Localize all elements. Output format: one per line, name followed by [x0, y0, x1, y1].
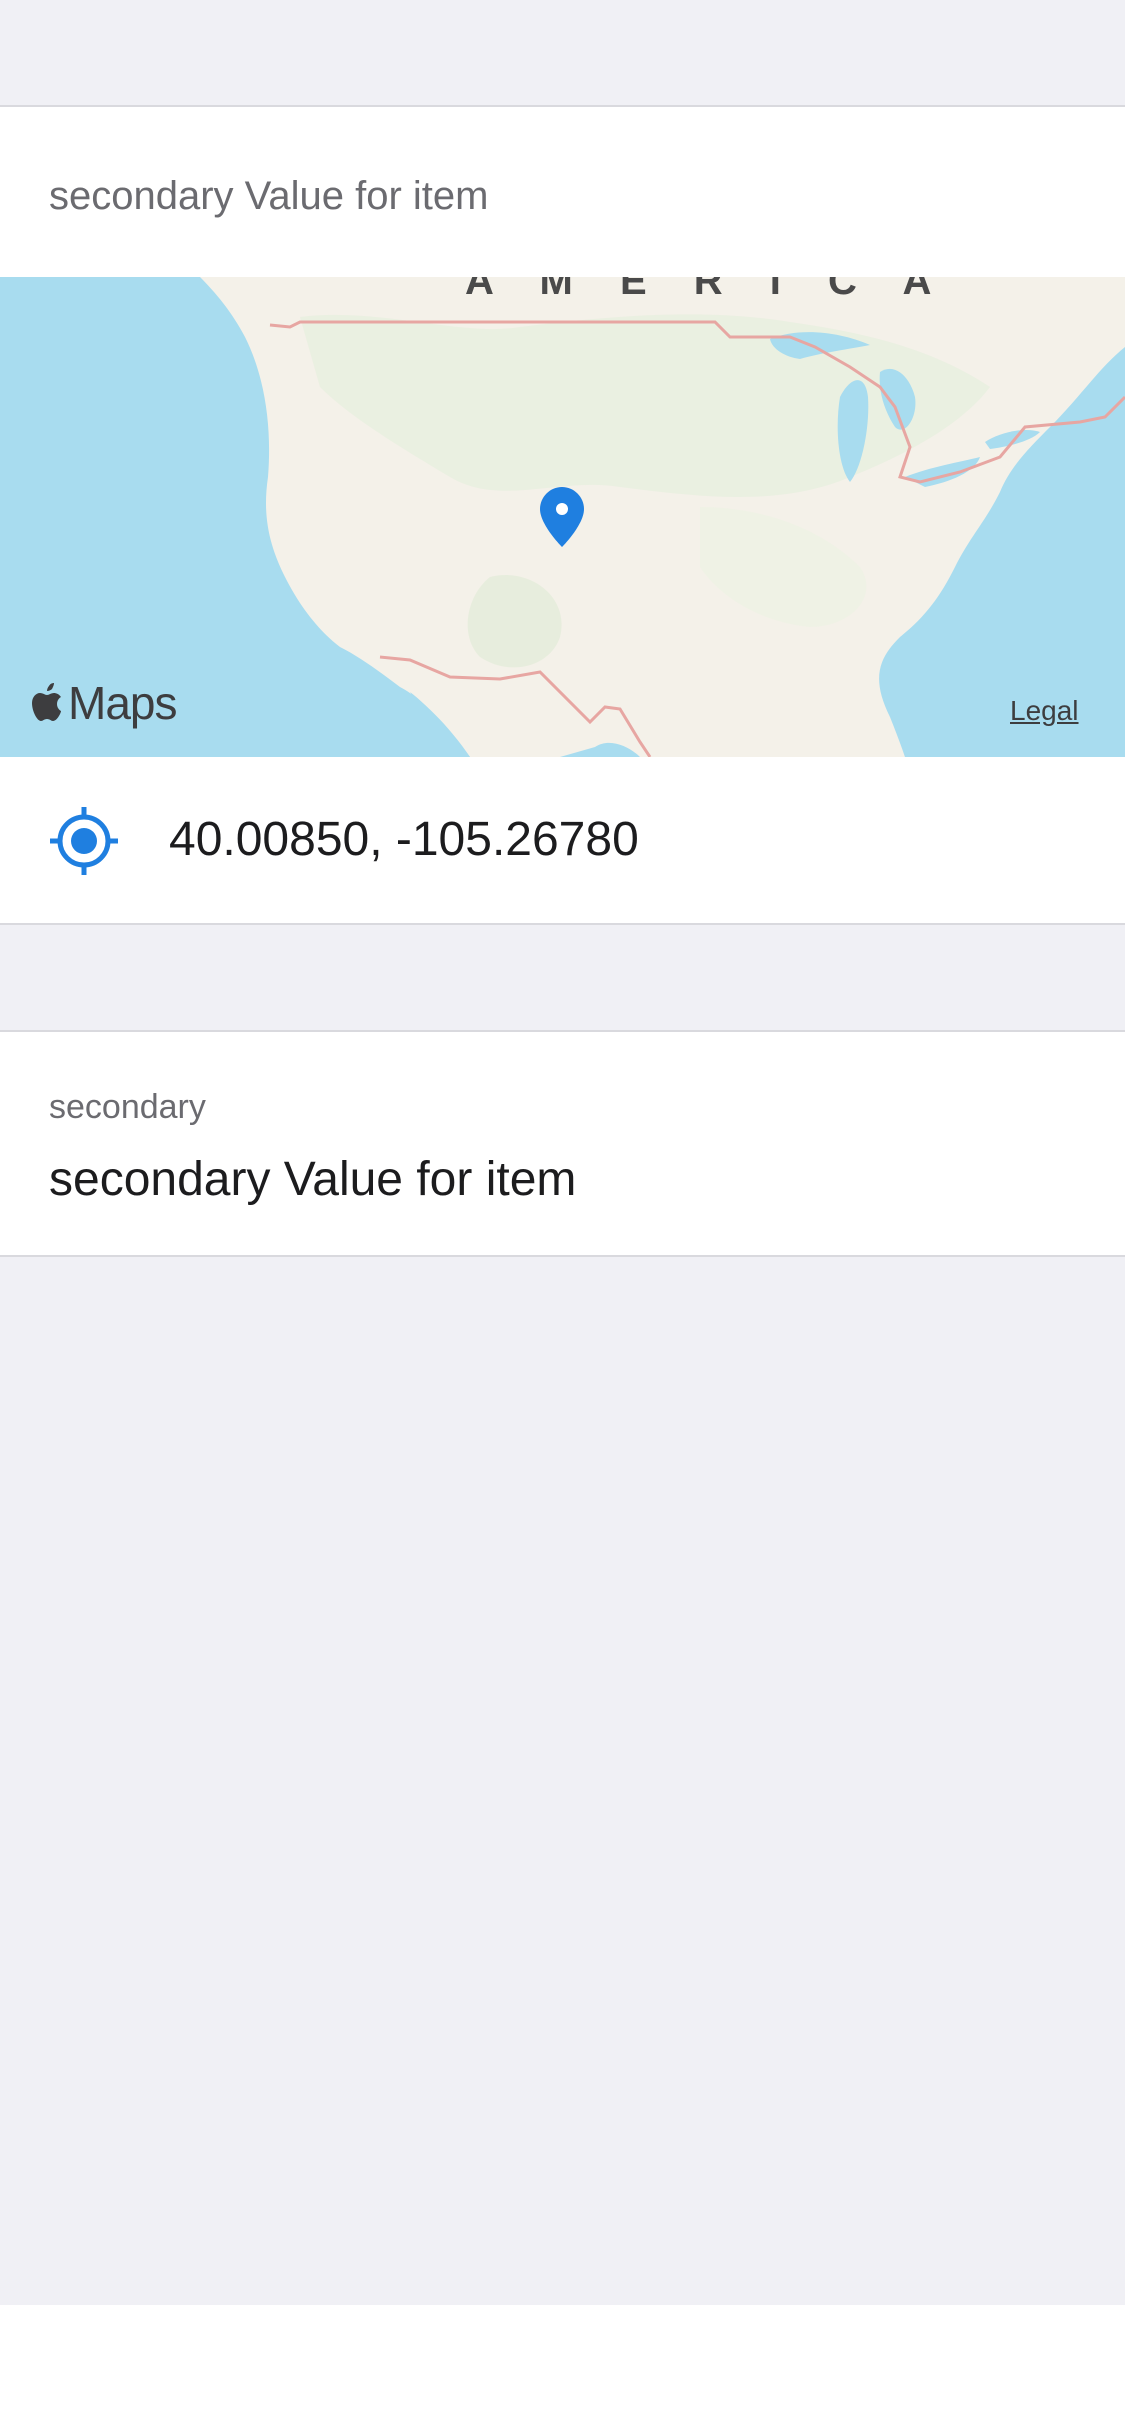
coordinates-text: 40.00850, -105.26780 — [169, 813, 639, 866]
map-region-label: A M E R I C A — [465, 277, 949, 303]
location-header-text: secondary Value for item — [49, 174, 489, 218]
legal-link[interactable]: Legal — [1010, 697, 1079, 725]
location-target-icon — [50, 807, 118, 875]
coordinates-divider — [0, 923, 1125, 925]
apple-logo-icon — [32, 683, 61, 721]
bottom-bar-area — [0, 2305, 1125, 2436]
coordinates-row[interactable]: 40.00850, -105.26780 — [0, 757, 1125, 923]
detail-field-value: secondary Value for item — [49, 1153, 577, 1206]
detail-bottom-divider — [0, 1255, 1125, 1257]
maps-brand-text: Maps — [68, 677, 177, 729]
detail-field-label: secondary — [49, 1088, 206, 1126]
detail-field-section — [0, 1032, 1125, 1255]
maps-attribution: Maps — [30, 677, 177, 729]
